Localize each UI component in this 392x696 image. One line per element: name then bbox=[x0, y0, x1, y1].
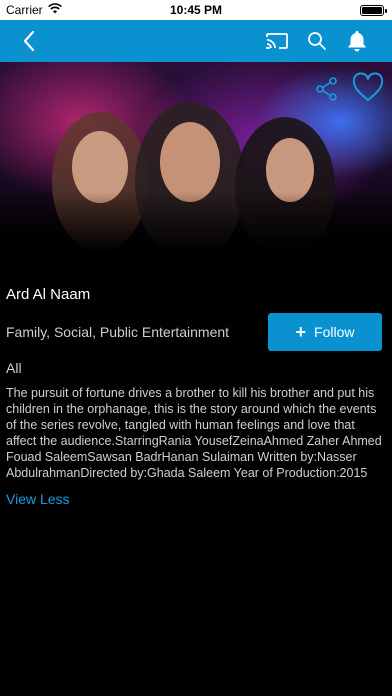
hero-fade bbox=[0, 192, 392, 252]
battery-icon bbox=[360, 5, 387, 16]
follow-label: Follow bbox=[314, 324, 355, 340]
status-bar: Carrier 10:45 PM bbox=[0, 0, 392, 20]
status-time: 10:45 PM bbox=[169, 3, 223, 17]
follow-button[interactable]: + Follow bbox=[268, 313, 382, 351]
share-button[interactable] bbox=[314, 76, 340, 102]
bell-icon bbox=[348, 31, 366, 52]
view-less-link[interactable]: View Less bbox=[6, 491, 70, 507]
share-icon bbox=[316, 77, 337, 101]
show-description: The pursuit of fortune drives a brother … bbox=[6, 386, 382, 480]
show-title: Ard Al Naam bbox=[6, 286, 91, 303]
chevron-left-icon bbox=[23, 30, 35, 52]
back-button[interactable] bbox=[14, 20, 44, 62]
nav-bar bbox=[0, 20, 392, 62]
cast-icon bbox=[266, 33, 288, 49]
plus-icon: + bbox=[295, 322, 307, 342]
search-button[interactable] bbox=[302, 20, 332, 62]
show-genres: Family, Social, Public Entertainment bbox=[6, 324, 230, 340]
season-selector[interactable]: All bbox=[6, 360, 22, 376]
cast-button[interactable] bbox=[262, 20, 292, 62]
hero-banner bbox=[0, 62, 392, 252]
heart-icon bbox=[352, 72, 384, 101]
notifications-button[interactable] bbox=[342, 20, 372, 62]
favorite-button[interactable] bbox=[352, 72, 384, 104]
search-icon bbox=[308, 32, 326, 50]
